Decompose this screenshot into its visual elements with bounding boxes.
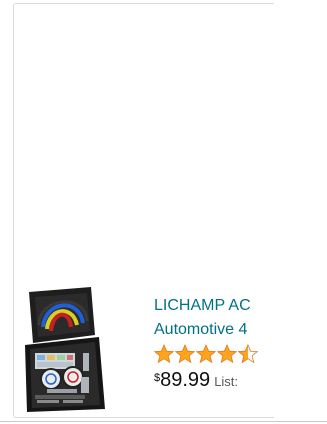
product-title-line-2[interactable]: Automotive 4 [154, 318, 274, 342]
product-title-line-1[interactable]: LICHAMP AC [154, 294, 274, 318]
star-full-icon [175, 344, 195, 364]
list-price-label: List: [214, 374, 239, 389]
ac-manifold-gauge-kit-case-image [25, 287, 105, 412]
star-full-icon [217, 344, 237, 364]
price-value: 89.99 [160, 369, 211, 391]
product-card[interactable]: LICHAMP AC Automotive 4 $89.99 List: [13, 3, 274, 418]
product-info: LICHAMP AC Automotive 4 $89.99 List: [154, 294, 274, 392]
star-half-icon [238, 344, 258, 364]
divider [0, 421, 327, 422]
price-row: $89.99 List: [154, 368, 274, 392]
star-rating[interactable] [154, 344, 274, 366]
price-currency-symbol: $ [154, 372, 161, 384]
star-full-icon [196, 344, 216, 364]
page: LICHAMP AC Automotive 4 $89.99 List: [0, 0, 327, 424]
product-image[interactable] [21, 287, 146, 412]
star-full-icon [154, 344, 174, 364]
